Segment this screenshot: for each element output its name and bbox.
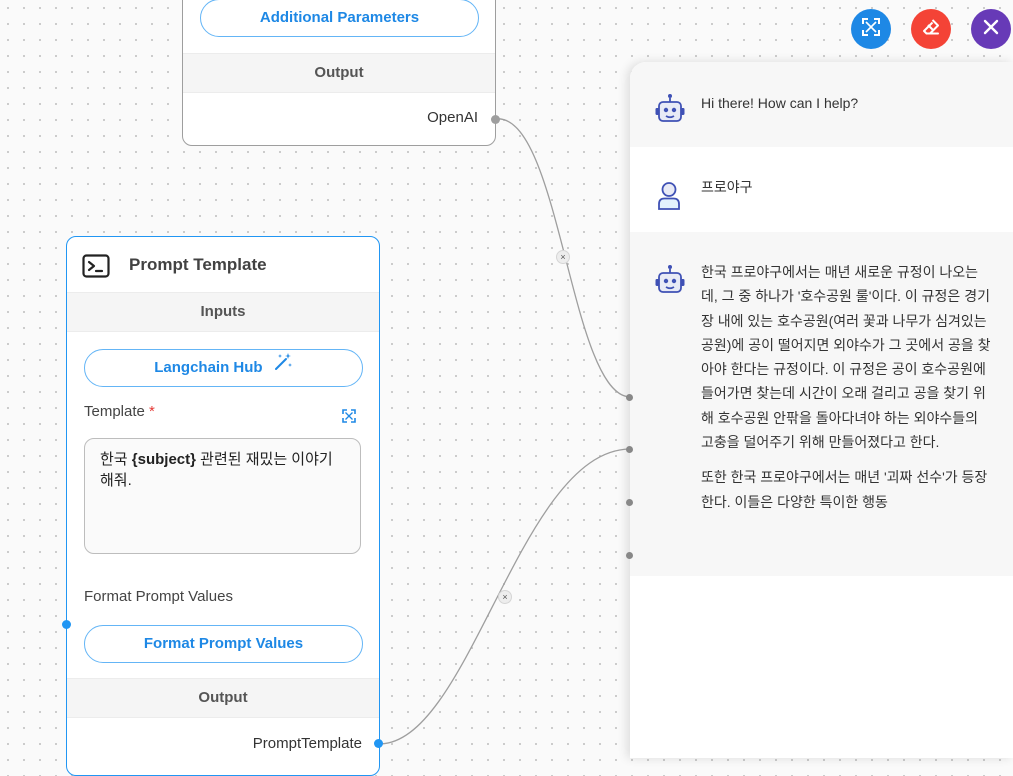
chat-message-text: 프로야구 <box>701 179 753 195</box>
expand-icon <box>861 17 881 42</box>
output-header: Output <box>183 53 495 93</box>
chat-message-text: Hi there! How can I help? <box>701 95 859 111</box>
template-label: Template * <box>84 403 155 420</box>
terminal-icon <box>82 254 110 283</box>
eraser-icon <box>921 17 941 42</box>
template-textarea[interactable]: 한국 {subject} 관련된 재밌는 이야기 해줘. <box>84 438 361 554</box>
chat-message-user: 프로야구 <box>630 147 1013 232</box>
edge-delete-button[interactable]: × <box>556 250 570 264</box>
openai-node[interactable]: Additional Parameters Output OpenAI <box>182 0 496 146</box>
additional-parameters-button[interactable]: Additional Parameters <box>200 0 479 37</box>
output-label-openai: OpenAI <box>427 109 478 126</box>
prompt-template-node[interactable]: Prompt Template Inputs Langchain Hub Tem… <box>66 236 380 776</box>
user-avatar-icon <box>654 180 684 217</box>
close-icon <box>982 18 1000 41</box>
langchain-hub-button[interactable]: Langchain Hub <box>84 349 363 387</box>
edge-delete-button[interactable]: × <box>498 590 512 604</box>
template-label-text: Template <box>84 403 145 420</box>
chat-message-bot: 한국 프로야구에서는 매년 새로운 규정이 나오는데, 그 중 하나가 '호수공… <box>630 232 1013 576</box>
chain-input-handle[interactable] <box>626 446 633 453</box>
expand-editor-icon[interactable] <box>342 409 356 428</box>
chat-message-text: 한국 프로야구에서는 매년 새로운 규정이 나오는데, 그 중 하나가 '호수공… <box>701 260 991 514</box>
expand-chat-button[interactable] <box>851 9 891 49</box>
format-values-input-handle[interactable] <box>62 620 71 629</box>
chain-input-handle[interactable] <box>626 552 633 559</box>
prompt-output-handle[interactable] <box>374 739 383 748</box>
template-variable: {subject} <box>131 451 196 468</box>
close-chat-button[interactable] <box>971 9 1011 49</box>
output-label-prompttemplate: PromptTemplate <box>252 735 362 752</box>
chain-input-handle[interactable] <box>626 394 633 401</box>
chat-message-bot: Hi there! How can I help? <box>630 62 1013 147</box>
magic-wand-icon <box>273 350 293 386</box>
template-text: 한국 <box>100 451 132 468</box>
openai-output-handle[interactable] <box>491 115 500 124</box>
chat-panel: Hi there! How can I help? 프로야구 한국 프로야구에서… <box>630 62 1013 758</box>
output-header: Output <box>67 678 379 718</box>
required-mark: * <box>149 403 155 420</box>
node-title: Prompt Template <box>129 255 267 274</box>
chat-paragraph: 한국 프로야구에서는 매년 새로운 규정이 나오는데, 그 중 하나가 '호수공… <box>701 264 991 451</box>
chat-paragraph: 또한 한국 프로야구에서는 매년 '괴짜 선수'가 등장한다. 이들은 다양한 … <box>701 469 988 510</box>
bot-avatar-icon <box>654 264 686 301</box>
chain-input-handle[interactable] <box>626 499 633 506</box>
format-prompt-values-label: Format Prompt Values <box>84 588 233 605</box>
bot-avatar-icon <box>654 93 686 130</box>
langchain-hub-label: Langchain Hub <box>154 359 263 376</box>
format-prompt-values-button[interactable]: Format Prompt Values <box>84 625 363 663</box>
inputs-header: Inputs <box>67 292 379 332</box>
clear-chat-button[interactable] <box>911 9 951 49</box>
